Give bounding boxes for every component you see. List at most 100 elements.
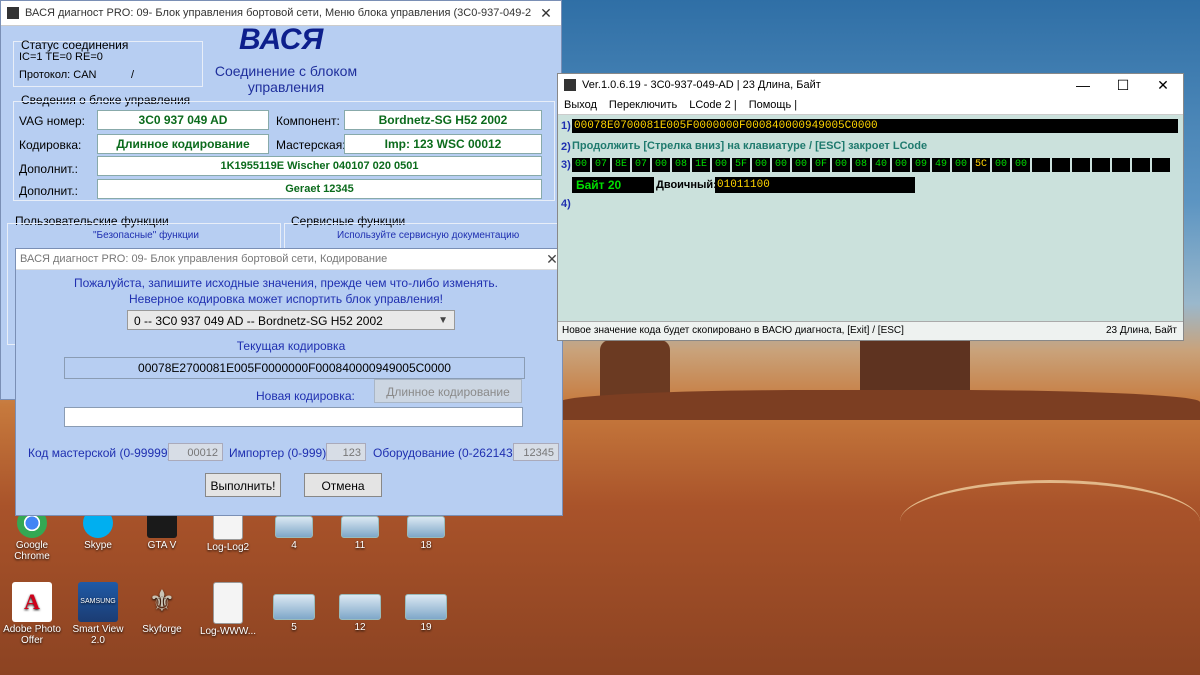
byte-cell[interactable]: 00 (952, 158, 970, 172)
main-window-title: ВАСЯ диагност PRO: 09- Блок управления б… (25, 7, 531, 19)
menu-switch[interactable]: Переключить (609, 99, 677, 111)
menu-lcode2[interactable]: LCode 2 | (689, 99, 737, 111)
image-file-icon (407, 516, 445, 538)
chevron-down-icon: ▼ (438, 315, 448, 326)
byte-cell[interactable]: 5C (972, 158, 990, 172)
byte-cell[interactable]: 07 (632, 158, 650, 172)
byte-cell-empty[interactable] (1052, 158, 1070, 172)
desktop-icon-5[interactable]: 5 (262, 582, 326, 633)
desktop-icon-label: 19 (420, 622, 432, 633)
byte-cell[interactable]: 00 (1012, 158, 1030, 172)
connection-status: Соединение с блоком управления (214, 63, 358, 95)
module-select-value: 0 -- 3C0 937 049 AD -- Bordnetz-SG H52 2… (134, 314, 383, 328)
desktop-icon-label: Skyforge (142, 624, 182, 635)
byte-cell[interactable]: 1E (692, 158, 710, 172)
byte-cell[interactable]: 40 (872, 158, 890, 172)
byte-cell-empty[interactable] (1112, 158, 1130, 172)
component-field: Bordnetz-SG H52 2002 (344, 110, 542, 130)
byte-cell[interactable]: 0F (812, 158, 830, 172)
desktop-icon-logwww[interactable]: Log-WWW... (196, 582, 260, 637)
byte-cell-empty[interactable] (1132, 158, 1150, 172)
byte-cell-empty[interactable] (1072, 158, 1090, 172)
desktop-icon-19[interactable]: 19 (394, 582, 458, 633)
new-coding-label: Новая кодировка: (256, 389, 355, 403)
byte-cell[interactable]: 07 (592, 158, 610, 172)
desktop-icon-skyforge[interactable]: ⚜ Skyforge (130, 582, 194, 635)
current-coding-field: 00078E2700081E005F0000000F00084000094900… (64, 357, 525, 379)
image-file-icon (273, 594, 315, 620)
shop-code-field[interactable]: 00012 (168, 443, 223, 461)
equipment-label: Оборудование (0-262143): (373, 446, 520, 460)
binary-value: 01011100 (715, 177, 915, 193)
byte-cell[interactable]: 00 (992, 158, 1010, 172)
lcode-window: Ver.1.0.6.19 - 3C0-937-049-AD | 23 Длина… (557, 73, 1184, 341)
desktop-icon-label: Smart View 2.0 (72, 624, 124, 646)
maximize-icon[interactable]: ☐ (1103, 77, 1143, 94)
desktop-icon-label: Log-Log2 (206, 542, 250, 553)
minimize-icon[interactable]: — (1063, 77, 1103, 93)
desktop-icon-label: Skype (84, 540, 112, 551)
byte-cell[interactable]: 00 (652, 158, 670, 172)
desktop-icon-12[interactable]: 12 (328, 582, 392, 633)
menu-help[interactable]: Помощь | (749, 99, 797, 111)
shop-code-label: Код мастерской (0-99999): (28, 446, 175, 460)
close-icon[interactable]: ✕ (1143, 77, 1183, 94)
image-file-icon (405, 594, 447, 620)
mesa-left (600, 340, 670, 400)
byte-cell[interactable]: 00 (752, 158, 770, 172)
continue-hint: Продолжить [Стрелка вниз] на клавиатуре … (572, 140, 928, 152)
desktop-icon-label: 5 (291, 622, 297, 633)
byte-cell[interactable]: 00 (832, 158, 850, 172)
lcode-titlebar: Ver.1.0.6.19 - 3C0-937-049-AD | 23 Длина… (558, 74, 1183, 96)
byte-cell[interactable]: 00 (792, 158, 810, 172)
image-file-icon (339, 594, 381, 620)
menu-exit[interactable]: Выход (564, 99, 597, 111)
row-number-1: 1) (561, 120, 571, 132)
cancel-button[interactable]: Отмена (304, 473, 382, 497)
byte-cell-empty[interactable] (1032, 158, 1050, 172)
byte-cell[interactable]: 09 (912, 158, 930, 172)
status-right: 23 Длина, Байт (1105, 325, 1177, 336)
byte-cell[interactable]: 49 (932, 158, 950, 172)
byte-cell[interactable]: 00 (892, 158, 910, 172)
samsung-icon: SAMSUNG (78, 582, 118, 622)
image-file-icon (341, 516, 379, 538)
close-icon[interactable]: ✕ (531, 5, 561, 22)
desktop-icon-label: 12 (354, 622, 366, 633)
byte-cell[interactable]: 00 (712, 158, 730, 172)
byte-cell[interactable]: 00 (772, 158, 790, 172)
lcode-title: Ver.1.0.6.19 - 3C0-937-049-AD | 23 Длина… (582, 79, 821, 91)
importer-field[interactable]: 123 (326, 443, 366, 461)
byte-cell[interactable]: 5F (732, 158, 750, 172)
status-line: IC=1 TE=0 RE=0 (19, 51, 103, 63)
component-label: Компонент: (276, 114, 340, 128)
byte-cell[interactable]: 8E (612, 158, 630, 172)
coding-hex-line: 00078E0700081E005F0000000F00084000094900… (572, 119, 1178, 133)
byte-cell[interactable]: 08 (672, 158, 690, 172)
desktop-icon-smartview[interactable]: SAMSUNG Smart View 2.0 (66, 582, 130, 646)
byte-cell-empty[interactable] (1152, 158, 1170, 172)
protocol-separator: / (131, 69, 135, 81)
extra1-field: 1K1955119E Wischer 040107 020 0501 (97, 156, 542, 176)
row-number-4: 4) (561, 198, 571, 210)
adobe-icon: A (12, 582, 52, 622)
desktop-icon-label: 4 (291, 540, 297, 551)
byte-cell-empty[interactable] (1092, 158, 1110, 172)
row-number-2: 2) (561, 141, 571, 153)
app-icon (564, 79, 576, 91)
module-select[interactable]: 0 -- 3C0 937 049 AD -- Bordnetz-SG H52 2… (127, 310, 455, 330)
byte-cell[interactable]: 08 (852, 158, 870, 172)
image-file-icon (275, 516, 313, 538)
new-coding-input[interactable] (64, 407, 523, 427)
equipment-field[interactable]: 12345 (513, 443, 559, 461)
byte-cell[interactable]: 00 (572, 158, 590, 172)
coding-field: Длинное кодирование (97, 134, 269, 154)
dialog-titlebar: ВАСЯ диагност PRO: 09- Блок управления б… (16, 249, 562, 270)
desktop-icon-label: Adobe Photo Offer (3, 624, 61, 646)
execute-button[interactable]: Выполнить! (205, 473, 281, 497)
row-number-3: 3) (561, 159, 571, 171)
long-coding-button[interactable]: Длинное кодирование (374, 379, 522, 403)
desktop-icon-adobe[interactable]: A Adobe Photo Offer (0, 582, 64, 646)
importer-label: Импортер (0-999): (229, 446, 330, 460)
brand-title: ВАСЯ (239, 23, 324, 56)
